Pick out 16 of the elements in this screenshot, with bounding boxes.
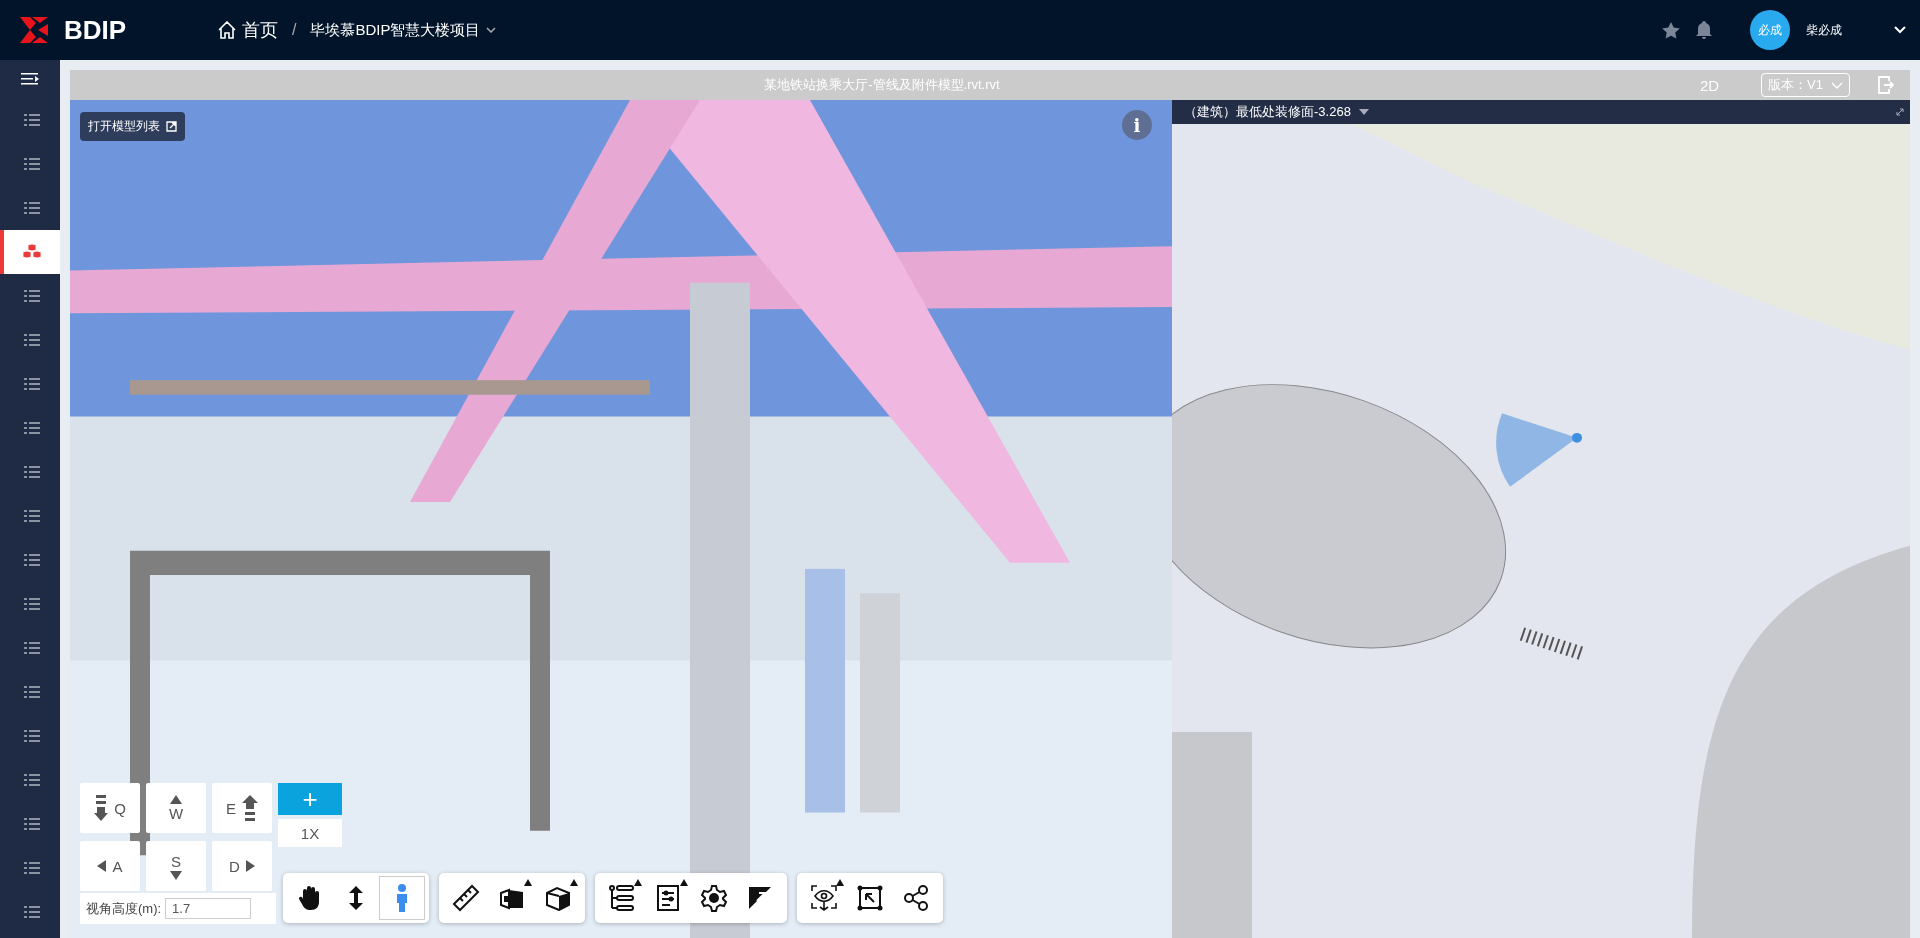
logo-text: BDIP — [64, 14, 127, 46]
move-key[interactable]: A — [80, 841, 140, 891]
breadcrumb-separator: / — [292, 21, 297, 39]
view-height-input[interactable]: 1.7 — [165, 898, 252, 919]
home-link[interactable]: 首页 — [218, 18, 278, 42]
user-name: 柴必成 — [1806, 21, 1843, 39]
level-name: （建筑）最低处装修面-3.268 — [1184, 103, 1351, 121]
move-key[interactable]: D — [212, 841, 272, 891]
speed-label: 1X — [278, 819, 342, 847]
move-key[interactable]: S — [146, 841, 206, 891]
open-model-list-button[interactable]: 打开模型列表 — [80, 112, 185, 141]
move-key[interactable]: E — [212, 783, 272, 833]
project-dropdown[interactable]: 毕埃慕BDIP智慧大楼项目 — [310, 20, 497, 40]
move-key[interactable]: W — [146, 783, 206, 833]
view-height-label: 视角高度(m): — [86, 899, 162, 918]
move-key[interactable]: Q — [80, 783, 140, 833]
